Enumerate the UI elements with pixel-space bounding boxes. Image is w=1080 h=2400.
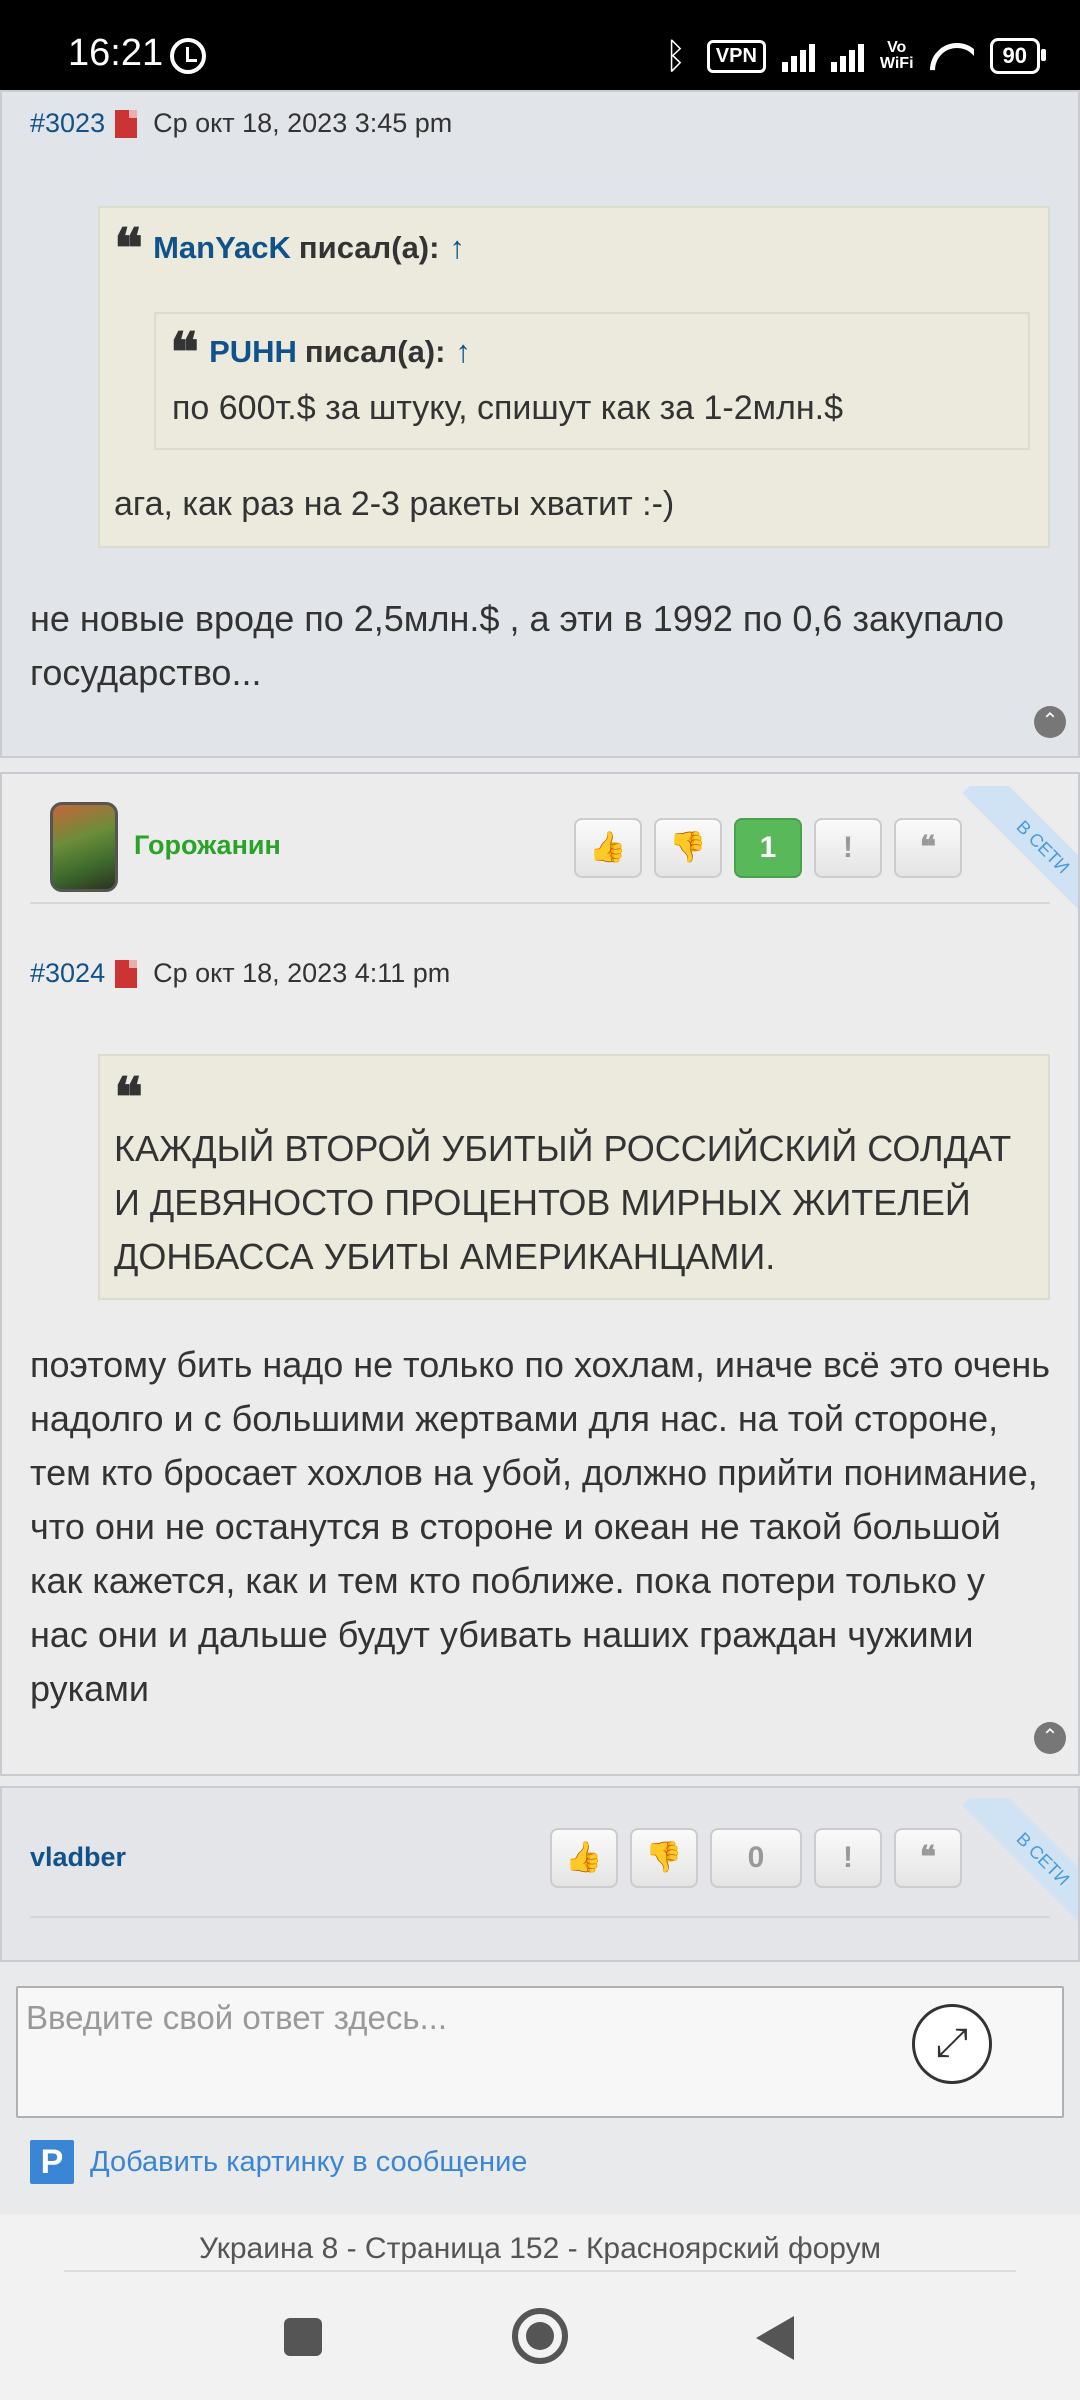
report-button[interactable]: ! (814, 818, 882, 878)
image-upload-icon: P (30, 2140, 74, 2184)
post-3023: #3023 Ср окт 18, 2023 3:45 pm ❝ ManYacK … (0, 90, 1080, 758)
reply-input[interactable] (26, 1994, 886, 2042)
reaction-bar: 👍 👎 0 ! ❝ (550, 1828, 962, 1888)
recents-icon[interactable] (284, 2318, 322, 2356)
avatar[interactable] (50, 802, 118, 892)
online-label: В СЕТИ (962, 1798, 1078, 1938)
quote-icon: ❝ (114, 216, 144, 280)
reaction-count: 1 (734, 818, 802, 878)
scroll-top-button[interactable]: ⌃ (1034, 1722, 1066, 1754)
signal-icon-2 (830, 40, 864, 72)
quote-header: ❝ (114, 1065, 153, 1129)
online-ribbon: В СЕТИ (938, 1798, 1078, 1938)
status-icons: ᛒ VPN Vo WiFi 90 (664, 35, 1047, 76)
quote-block: ❝ КАЖДЫЙ ВТОРОЙ УБИТЫЙ РОССИЙСКИЙ СОЛДАТ… (98, 1054, 1050, 1300)
wifi-icon (930, 39, 974, 73)
post-meta: #3024 Ср окт 18, 2023 4:11 pm (30, 958, 450, 989)
inner-quote-text: по 600т.$ за штуку, спишут как за 1-2млн… (172, 389, 844, 427)
scroll-top-button[interactable]: ⌃ (1034, 706, 1066, 738)
post-number-link[interactable]: #3024 (30, 958, 105, 989)
quote-icon: ❝ (170, 320, 200, 384)
outer-quote: ❝ ManYacK писал(а): ↑ ❝ PUHH писал(а): ↑… (98, 206, 1050, 548)
add-image-label: Добавить картинку в сообщение (90, 2145, 528, 2178)
quote-jump-link[interactable]: ↑ (449, 230, 465, 266)
inner-quote-header: ❝ PUHH писал(а): ↑ (170, 320, 471, 384)
post-vladber: vladber 👍 👎 0 ! ❝ В СЕТИ (0, 1786, 1080, 1962)
reaction-bar: 👍 👎 1 ! ❝ (574, 818, 962, 878)
quote-said: писал(а): (298, 230, 440, 265)
quote-icon: ❝ (114, 1065, 144, 1129)
dislike-button[interactable]: 👎 (654, 818, 722, 878)
like-button[interactable]: 👍 (574, 818, 642, 878)
post-date: Ср окт 18, 2023 3:45 pm (153, 108, 453, 138)
post-text: поэтому бить надо не только по хохлам, и… (30, 1344, 1051, 1709)
clock: 16:21 (68, 32, 164, 74)
inner-quote: ❝ PUHH писал(а): ↑ по 600т.$ за штуку, с… (154, 312, 1030, 450)
post-number-link[interactable]: #3023 (30, 108, 105, 139)
report-button[interactable]: ! (814, 1828, 882, 1888)
dislike-button[interactable]: 👎 (630, 1828, 698, 1888)
home-icon[interactable] (512, 2308, 568, 2364)
add-image-link[interactable]: P Добавить картинку в сообщение (30, 2140, 527, 2184)
online-label: В СЕТИ (962, 786, 1078, 926)
back-icon[interactable] (756, 2316, 794, 2360)
post-meta: #3023 Ср окт 18, 2023 3:45 pm (30, 108, 452, 139)
post-header: vladber 👍 👎 0 ! ❝ (30, 1788, 1050, 1918)
outer-quote-header: ❝ ManYacK писал(а): ↑ (114, 216, 465, 280)
quote-text: КАЖДЫЙ ВТОРОЙ УБИТЫЙ РОССИЙСКИЙ СОЛДАТ И… (114, 1128, 1012, 1277)
username-link[interactable]: Горожанин (134, 830, 281, 861)
quote-author-link[interactable]: PUHH (209, 334, 297, 370)
bluetooth-icon: ᛒ (664, 35, 687, 76)
outer-quote-text: ага, как раз на 2-3 ракеты хватит :-) (114, 485, 675, 523)
expand-icon[interactable]: ⤢ (912, 2004, 992, 2084)
quote-author-link[interactable]: ManYacK (153, 230, 291, 266)
reply-box: ⤢ (16, 1986, 1064, 2118)
username-link[interactable]: vladber (30, 1842, 126, 1873)
quote-said: писал(а): (304, 334, 446, 369)
navigation-bar (0, 2284, 1080, 2400)
post-link-icon[interactable] (115, 959, 138, 988)
vpn-badge: VPN (706, 39, 766, 73)
post-header: Горожанин 👍 👎 1 ! ❝ (30, 774, 1050, 904)
reaction-count: 0 (710, 1828, 802, 1888)
status-bar: 16:21 ᛒ VPN Vo WiFi 90 (0, 0, 1080, 90)
like-button[interactable]: 👍 (550, 1828, 618, 1888)
battery-icon: 90 (989, 38, 1047, 74)
alarm-icon (170, 38, 206, 74)
vowifi-icon: Vo WiFi (879, 39, 914, 72)
signal-icon-1 (781, 40, 815, 72)
post-link-icon[interactable] (115, 109, 138, 138)
online-ribbon: В СЕТИ (938, 786, 1078, 926)
quote-jump-link[interactable]: ↑ (455, 334, 471, 370)
post-text: не новые вроде по 2,5млн.$ , а эти в 199… (30, 598, 1005, 693)
tab-title: Украина 8 - Страница 152 - Красноярский … (0, 2214, 1080, 2284)
post-3024: Горожанин 👍 👎 1 ! ❝ В СЕТИ #3024 Ср окт … (0, 772, 1080, 1776)
divider (64, 2270, 1016, 2272)
post-date: Ср окт 18, 2023 4:11 pm (153, 958, 451, 988)
